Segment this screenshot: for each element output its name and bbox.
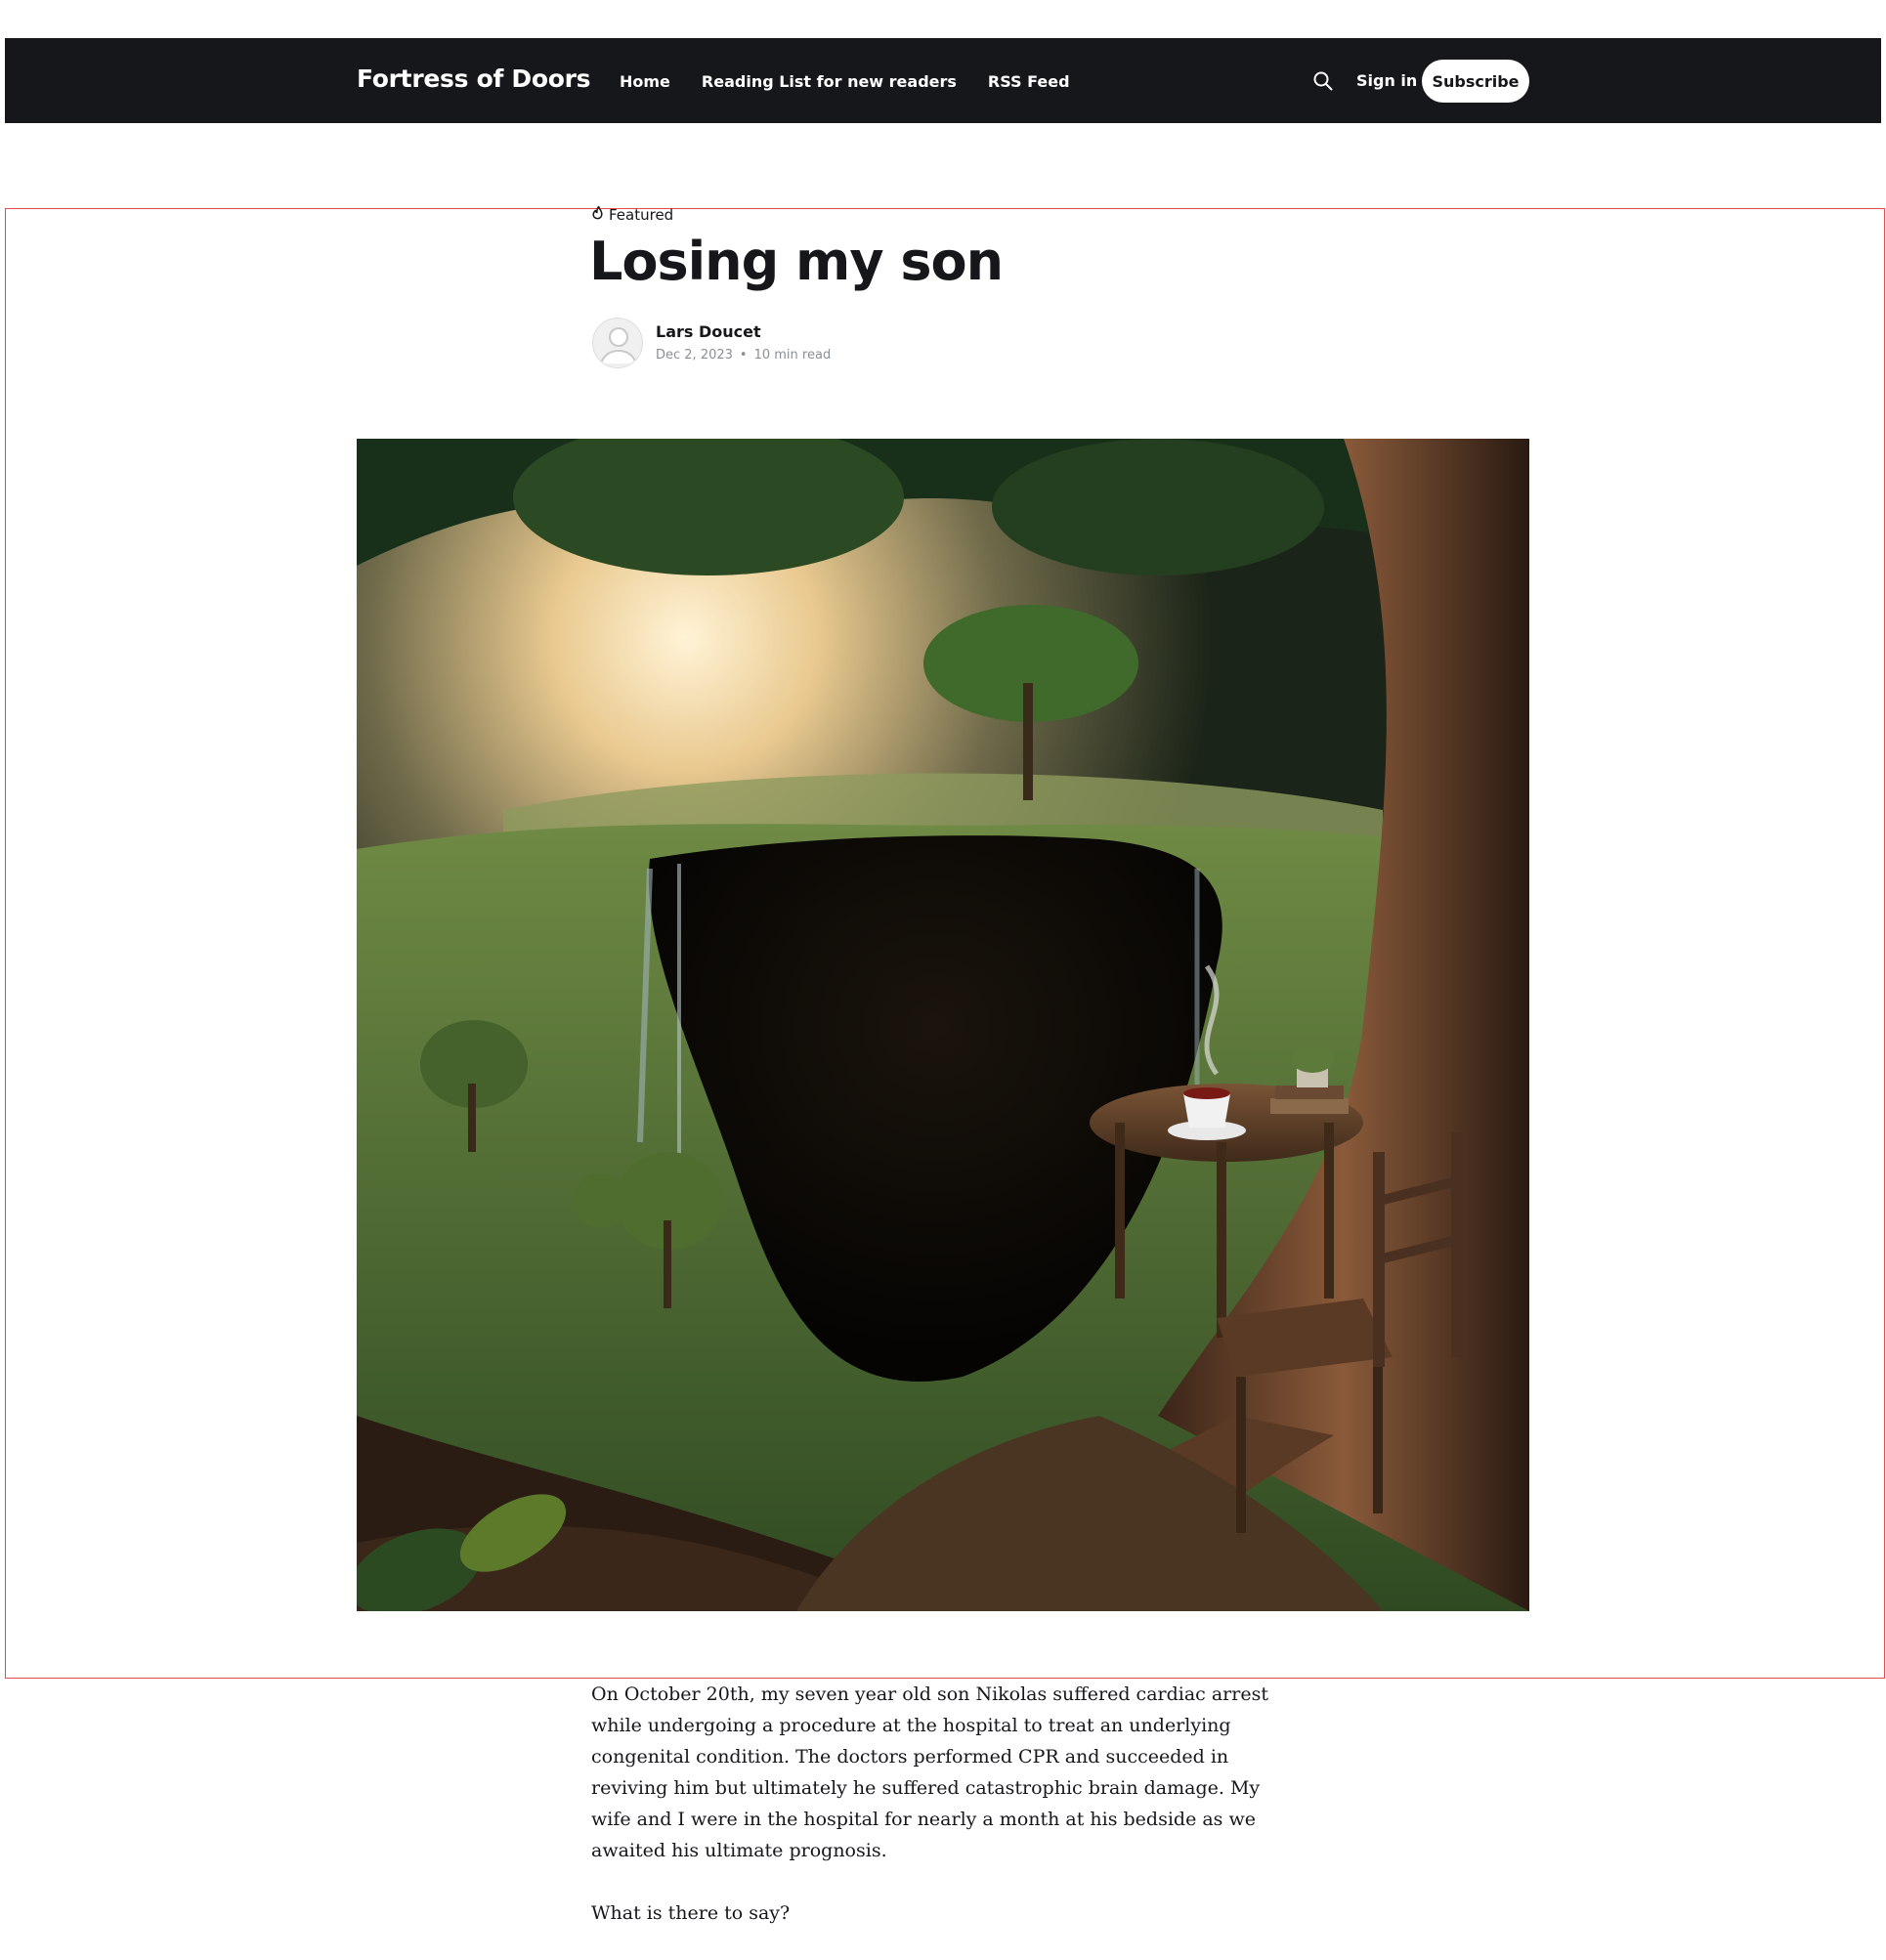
signin-link[interactable]: Sign in: [1356, 38, 1417, 123]
featured-label: Featured: [590, 205, 673, 224]
article-paragraph: On October 20th, my seven year old son N…: [591, 1683, 1268, 1861]
article-title: Losing my son: [589, 231, 1004, 292]
author-name[interactable]: Lars Doucet: [656, 322, 761, 341]
nav-item-rss-feed[interactable]: RSS Feed: [988, 72, 1070, 91]
nav-item-reading-list[interactable]: Reading List for new readers: [702, 72, 957, 91]
post-date: Dec 2, 2023: [656, 348, 733, 362]
avatar[interactable]: [592, 318, 643, 368]
featured-tag: Featured: [609, 205, 674, 224]
meta-separator: •: [739, 348, 748, 362]
site-navbar: Fortress of Doors Home Reading List for …: [5, 38, 1881, 123]
site-title-link[interactable]: Fortress of Doors: [357, 38, 591, 123]
post-meta: Dec 2, 2023 • 10 min read: [656, 348, 831, 362]
subscribe-button[interactable]: Subscribe: [1422, 60, 1529, 103]
reading-time: 10 min read: [753, 348, 832, 362]
article-paragraph: What is there to say?: [591, 1902, 791, 1924]
article-body: On October 20th, my seven year old son N…: [591, 1679, 1295, 1960]
flame-icon: [590, 205, 605, 224]
feature-image: [357, 439, 1529, 1611]
nav-menu: Home Reading List for new readers RSS Fe…: [620, 38, 1070, 123]
nav-item-home[interactable]: Home: [620, 72, 670, 91]
search-icon[interactable]: [1311, 69, 1335, 93]
